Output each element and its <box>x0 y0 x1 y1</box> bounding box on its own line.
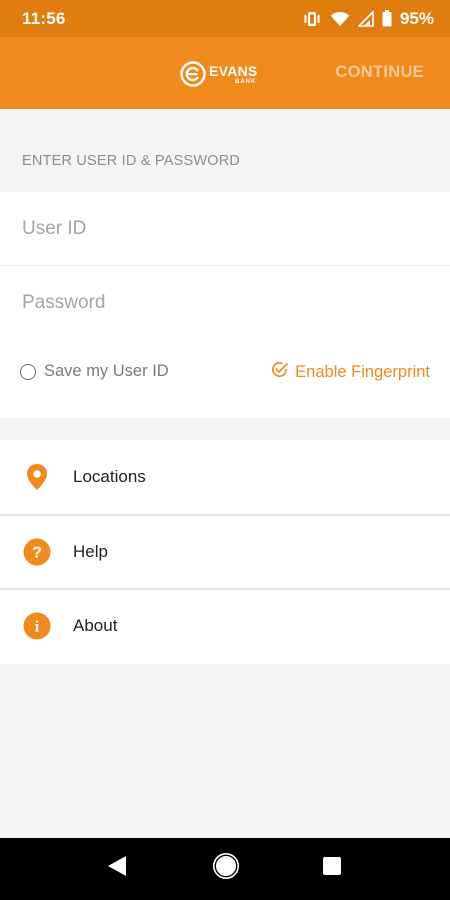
login-section-header: ENTER USER ID & PASSWORD <box>0 109 450 192</box>
status-icons: 95% <box>302 9 434 29</box>
status-bar: 11:56 95% <box>0 0 450 37</box>
menu-label-locations: Locations <box>73 467 146 486</box>
recents-icon[interactable] <box>322 856 342 881</box>
app-bar: EVANS BANK CONTINUE <box>0 37 450 109</box>
save-user-id-radio[interactable] <box>20 363 36 380</box>
signal-icon <box>357 10 374 27</box>
enable-fingerprint-button[interactable]: Enable Fingerprint <box>270 360 430 384</box>
login-form: Save my User ID Enable Fingerprint <box>0 192 450 418</box>
battery-percent: 95% <box>399 8 434 28</box>
menu-list: Locations ? Help i About <box>0 440 450 664</box>
menu-label-about: About <box>73 616 118 635</box>
help-icon: ? <box>23 538 51 566</box>
status-time: 11:56 <box>22 8 66 28</box>
save-user-id-label: Save my User ID <box>44 362 169 380</box>
user-id-field-container <box>0 192 450 266</box>
back-icon[interactable] <box>106 854 128 883</box>
user-id-input[interactable] <box>0 192 450 265</box>
vibrate-icon <box>302 11 322 27</box>
battery-icon <box>382 10 392 27</box>
wifi-icon <box>330 11 350 27</box>
login-options-row: Save my User ID Enable Fingerprint <box>0 340 450 418</box>
section-title: ENTER USER ID & PASSWORD <box>22 153 241 169</box>
menu-item-about[interactable]: i About <box>0 588 450 662</box>
info-icon: i <box>23 612 51 640</box>
menu-label-help: Help <box>73 542 108 561</box>
logo-subtext: BANK <box>235 78 257 85</box>
enable-fingerprint-label: Enable Fingerprint <box>295 362 430 381</box>
menu-item-locations[interactable]: Locations <box>0 440 450 514</box>
menu-item-help[interactable]: ? Help <box>0 514 450 588</box>
check-circle-icon <box>270 360 289 384</box>
password-input[interactable] <box>0 266 450 340</box>
navigation-bar <box>0 838 450 900</box>
password-field-container <box>0 266 450 340</box>
svg-text:?: ? <box>32 545 42 562</box>
location-pin-icon <box>23 463 51 491</box>
svg-text:i: i <box>35 619 40 636</box>
save-user-id-toggle[interactable]: Save my User ID <box>20 362 169 381</box>
evans-logo-icon <box>180 61 206 87</box>
continue-button[interactable]: CONTINUE <box>335 63 424 82</box>
evans-bank-logo: EVANS BANK <box>180 60 258 88</box>
logo-text: EVANS <box>209 62 258 79</box>
home-icon[interactable] <box>213 853 239 884</box>
